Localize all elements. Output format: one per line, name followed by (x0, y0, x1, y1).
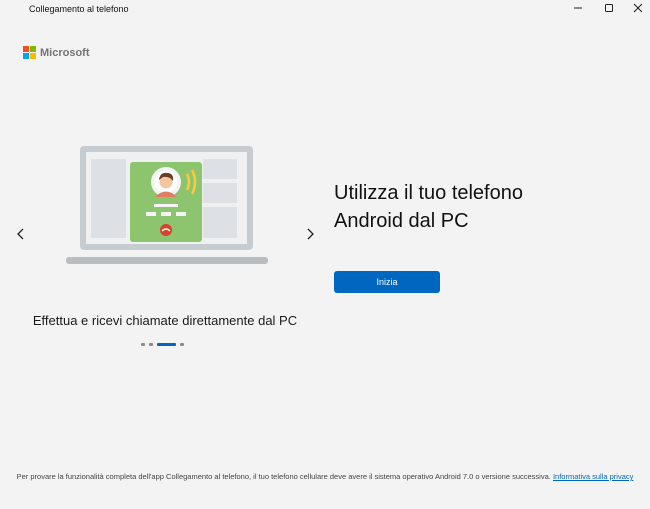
microsoft-logo-text: Microsoft (40, 46, 90, 59)
start-button[interactable]: Inizia (334, 271, 440, 293)
laptop-call-illustration (66, 146, 268, 264)
title-bar: Collegamento al telefono (0, 0, 650, 28)
hangup-icon (160, 224, 172, 236)
hero-heading-line1: Utilizza il tuo telefono (334, 182, 523, 204)
laptop-base (66, 257, 268, 264)
carousel-next-button[interactable] (301, 225, 319, 243)
minimize-button[interactable] (562, 0, 594, 16)
logo-square-yellow (30, 53, 36, 59)
chevron-right-icon (307, 228, 314, 240)
carousel-dot[interactable] (180, 342, 184, 346)
logo-square-green (30, 46, 36, 52)
screen-left-panel (91, 159, 126, 238)
logo-square-red (23, 46, 29, 52)
carousel-dot-active[interactable] (157, 342, 176, 346)
microsoft-logo-icon (23, 46, 36, 59)
footer-disclaimer: Per provare la funzionalità completa del… (10, 471, 640, 482)
minimize-icon (574, 7, 582, 9)
carousel-caption: Effettua e ricevi chiamate direttamente … (32, 313, 298, 328)
maximize-icon (605, 4, 613, 12)
close-button[interactable] (622, 0, 650, 16)
footer-text: Per provare la funzionalità completa del… (16, 472, 551, 481)
microsoft-logo: Microsoft (23, 46, 90, 59)
close-icon (633, 3, 643, 13)
hero-heading: Utilizza il tuo telefono Android dal PC (334, 179, 634, 235)
carousel-prev-button[interactable] (12, 225, 30, 243)
carousel-dot[interactable] (141, 342, 145, 346)
chevron-left-icon (17, 228, 24, 240)
screen-right-panel (203, 159, 237, 179)
screen-right-panel (203, 183, 237, 203)
carousel-dot[interactable] (149, 342, 153, 346)
maximize-button[interactable] (593, 0, 625, 16)
hero-heading-line2: Android dal PC (334, 210, 469, 232)
window-title: Collegamento al telefono (29, 4, 129, 14)
privacy-link[interactable]: Informativa sulla privacy (553, 472, 633, 481)
carousel-indicator[interactable] (141, 342, 184, 346)
screen-right-panel (203, 207, 237, 238)
logo-square-blue (23, 53, 29, 59)
